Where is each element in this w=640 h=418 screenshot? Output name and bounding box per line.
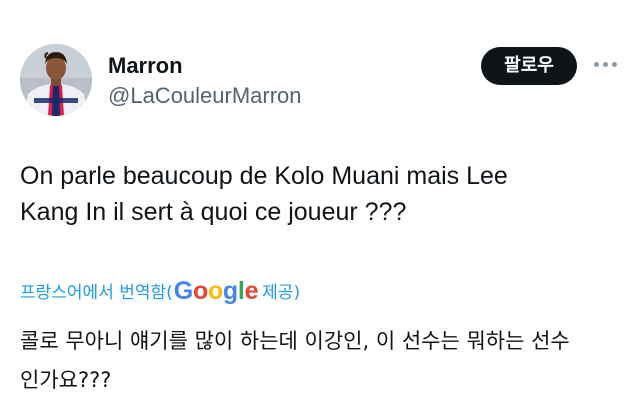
tweet-text-line: Kang In il sert à quoi ce joueur ??? (20, 198, 407, 226)
tweet-text: On parle beaucoup de Kolo Muani mais Lee… (20, 158, 600, 230)
follow-button[interactable]: 팔로우 (481, 47, 577, 85)
author-handle[interactable]: @LaCouleurMarron (108, 83, 302, 109)
translated-tweet-text: 콜로 무아니 얘기를 많이 하는데 이강인, 이 선수는 뭐하는 선수 인가요?… (20, 322, 620, 400)
avatar[interactable] (20, 44, 92, 116)
more-horizontal-icon[interactable] (591, 60, 621, 70)
more-dot (603, 62, 608, 67)
tweet-text-line: On parle beaucoup de Kolo Muani mais Lee (20, 162, 508, 190)
author-display-name[interactable]: Marron (108, 53, 183, 79)
more-dot (594, 62, 599, 67)
more-dot (612, 62, 617, 67)
translated-text-line: 콜로 무아니 얘기를 많이 하는데 이강인, 이 선수는 뭐하는 선수 (20, 329, 570, 353)
avatar-image (20, 44, 92, 116)
translated-text-line: 인가요??? (20, 368, 112, 392)
translation-provider-suffix: 제공) (262, 282, 301, 303)
translation-label: 프랑스어에서 번역함( (20, 282, 173, 303)
translation-attribution[interactable]: 프랑스어에서 번역함( Google 제공) (20, 274, 300, 306)
google-logo: Google (173, 276, 259, 305)
tweet-card: Marron @LaCouleurMarron 팔로우 On parle bea… (0, 0, 640, 418)
